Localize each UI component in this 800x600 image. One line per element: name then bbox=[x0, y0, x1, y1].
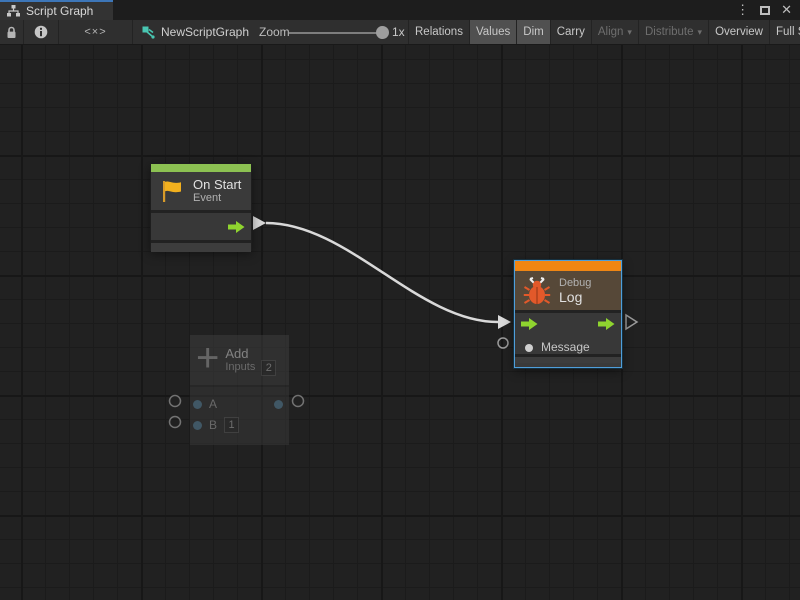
on-start-title: On Start bbox=[193, 177, 241, 192]
lock-icon bbox=[6, 26, 17, 39]
tab-label: Script Graph bbox=[26, 4, 93, 18]
chevron-down-icon: ▾ bbox=[698, 27, 703, 38]
message-input-port-icon[interactable] bbox=[525, 344, 533, 352]
debug-log-node[interactable]: Debug Log Message bbox=[514, 260, 622, 368]
on-start-node[interactable]: On Start Event bbox=[150, 163, 252, 251]
onstart-to-log-wire[interactable] bbox=[266, 223, 498, 322]
chevron-down-icon: ▾ bbox=[627, 27, 632, 38]
input-row-a: A bbox=[190, 395, 289, 413]
zoom-slider-track[interactable] bbox=[289, 32, 385, 34]
align-dropdown[interactable]: Align ▾ bbox=[592, 20, 639, 44]
connection-layer bbox=[0, 45, 800, 600]
close-icon[interactable]: ✕ bbox=[781, 0, 792, 20]
trigger-output-port-icon[interactable] bbox=[228, 221, 245, 233]
carry-button[interactable]: Carry bbox=[551, 20, 592, 44]
on-start-header: On Start Event bbox=[151, 172, 251, 210]
trigger-output-port-icon[interactable] bbox=[598, 318, 615, 330]
window-controls: ⋮ ✕ bbox=[736, 0, 792, 20]
dim-button[interactable]: Dim bbox=[517, 20, 550, 44]
add-input-b-outer-port-icon[interactable] bbox=[170, 417, 181, 428]
trigger-input-port-icon[interactable] bbox=[521, 318, 538, 330]
add-output-outer-port-icon[interactable] bbox=[293, 396, 304, 407]
log-message-outer-port-icon[interactable] bbox=[498, 338, 508, 348]
debug-log-body: Message bbox=[515, 310, 621, 354]
values-button[interactable]: Values bbox=[470, 20, 517, 44]
event-accent-bar bbox=[151, 164, 251, 172]
toolbar: <×> NewScriptGraph Zoom 1x Relations Val… bbox=[0, 20, 800, 45]
relations-button[interactable]: Relations bbox=[409, 20, 470, 44]
plus-icon: + bbox=[196, 338, 219, 378]
input-a-port-icon[interactable] bbox=[193, 400, 202, 409]
input-b-port-icon[interactable] bbox=[193, 421, 202, 430]
graph-canvas[interactable]: On Start Event bbox=[0, 45, 800, 600]
menu-icon[interactable]: ⋮ bbox=[736, 0, 749, 20]
distribute-dropdown[interactable]: Distribute ▾ bbox=[639, 20, 709, 44]
on-start-subtitle: Event bbox=[193, 192, 241, 205]
add-node-header: + Add Inputs 2 bbox=[190, 335, 289, 385]
info-button[interactable] bbox=[24, 20, 59, 44]
add-node-preview[interactable]: + Add Inputs 2 A B 1 bbox=[190, 335, 289, 445]
debug-accent-bar bbox=[515, 261, 621, 271]
log-title: Log bbox=[559, 290, 591, 305]
code-icon: <×> bbox=[84, 26, 106, 38]
add-node-body: A B 1 bbox=[190, 385, 289, 445]
wire-end-arrow-icon[interactable] bbox=[498, 315, 511, 329]
sum-output-port-icon[interactable] bbox=[274, 400, 283, 409]
add-subtitle: Inputs bbox=[225, 361, 255, 374]
add-input-a-outer-port-icon[interactable] bbox=[170, 396, 181, 407]
debug-log-footer bbox=[515, 354, 621, 363]
script-graph-asset-icon bbox=[142, 26, 155, 39]
toolbar-button-group: Relations Values Dim Carry Align ▾ Distr… bbox=[408, 20, 800, 44]
add-title: Add bbox=[225, 346, 255, 361]
input-row-b: B 1 bbox=[190, 416, 289, 434]
graph-asset[interactable]: NewScriptGraph bbox=[142, 20, 249, 44]
flag-icon bbox=[159, 178, 185, 204]
maximize-icon[interactable] bbox=[760, 6, 770, 15]
lock-button[interactable] bbox=[0, 20, 24, 44]
log-output-port-icon[interactable] bbox=[626, 315, 637, 329]
input-b-label: B bbox=[209, 418, 217, 432]
on-start-body bbox=[151, 210, 251, 240]
bug-icon bbox=[523, 276, 551, 306]
script-graph-window: Script Graph ⋮ ✕ <×> bbox=[0, 0, 800, 600]
code-view-button[interactable]: <×> bbox=[59, 20, 133, 44]
zoom-label: Zoom bbox=[259, 25, 290, 39]
on-start-footer bbox=[151, 240, 251, 252]
input-b-value-field[interactable]: 1 bbox=[224, 417, 239, 433]
fullscreen-button[interactable]: Full S bbox=[770, 20, 800, 44]
input-a-label: A bbox=[209, 397, 217, 411]
message-port-label: Message bbox=[541, 340, 590, 354]
debug-category: Debug bbox=[559, 277, 591, 290]
graph-name-label: NewScriptGraph bbox=[161, 25, 249, 39]
inputs-count-field[interactable]: 2 bbox=[261, 360, 276, 376]
overview-button[interactable]: Overview bbox=[709, 20, 770, 44]
info-icon bbox=[34, 25, 48, 39]
zoom-slider-handle[interactable] bbox=[376, 26, 389, 39]
debug-log-header: Debug Log bbox=[515, 271, 621, 310]
zoom-value: 1x bbox=[392, 25, 405, 39]
wire-start-arrow-icon[interactable] bbox=[253, 216, 266, 230]
tab-script-graph[interactable]: Script Graph bbox=[0, 0, 113, 20]
graph-window-icon bbox=[7, 5, 20, 17]
titlebar: Script Graph ⋮ ✕ bbox=[0, 0, 800, 20]
